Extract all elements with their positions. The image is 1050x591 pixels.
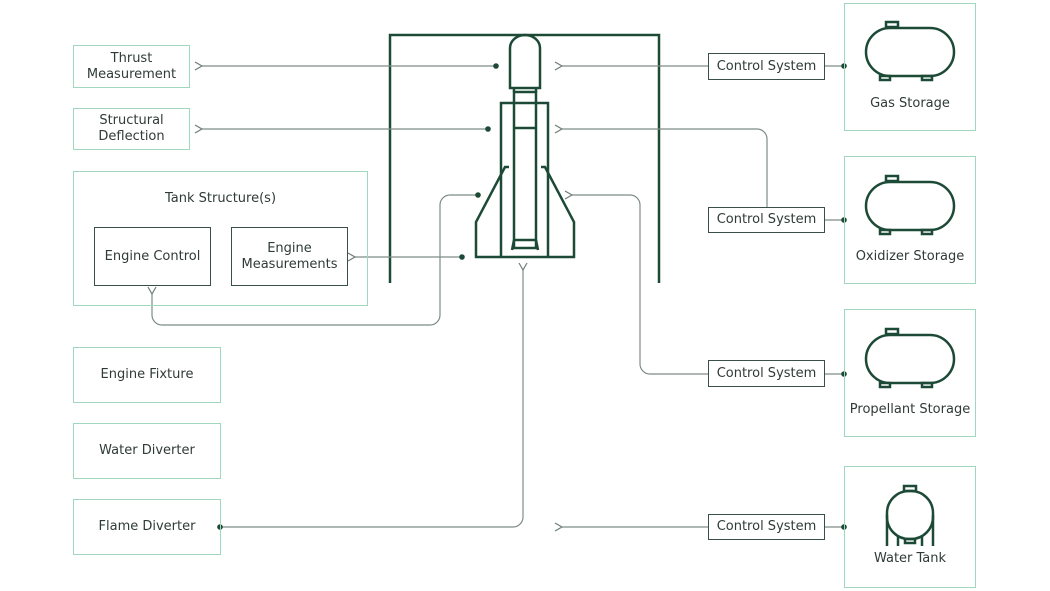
oxidizer-storage-box: Oxidizer Storage [844,156,976,284]
rocket-fins [474,165,576,259]
storage-label: Water Tank [873,551,947,566]
rocket-sleeve [499,101,550,257]
engine-measurements-box: Engine Measurements [231,227,348,286]
control-system-box: Control System [708,514,825,540]
gas-storage-box: Gas Storage [844,3,976,131]
thrust-measurement-box: Thrust Measurement [73,45,190,88]
water-tank-box: Water Tank [844,466,976,588]
control-system-box: Control System [708,53,825,80]
structural-deflection-box: Structural Deflection [73,108,190,150]
engine-fixture-box: Engine Fixture [73,347,221,403]
water-diverter-box: Water Diverter [73,423,221,479]
tank-structures-title: Tank Structure(s) [164,191,277,206]
flame-diverter-box: Flame Diverter [73,499,221,555]
storage-label: Oxidizer Storage [855,249,965,264]
control-system-box: Control System [708,207,825,233]
storage-label: Gas Storage [870,96,950,111]
engine-control-box: Engine Control [94,227,211,286]
storage-label: Propellant Storage [849,402,971,417]
test-stand-rocket [388,33,661,283]
test-stand-frame [388,33,661,283]
propellant-storage-box: Propellant Storage [844,309,976,437]
control-system-box: Control System [708,360,825,387]
rocket-nose [508,33,542,90]
